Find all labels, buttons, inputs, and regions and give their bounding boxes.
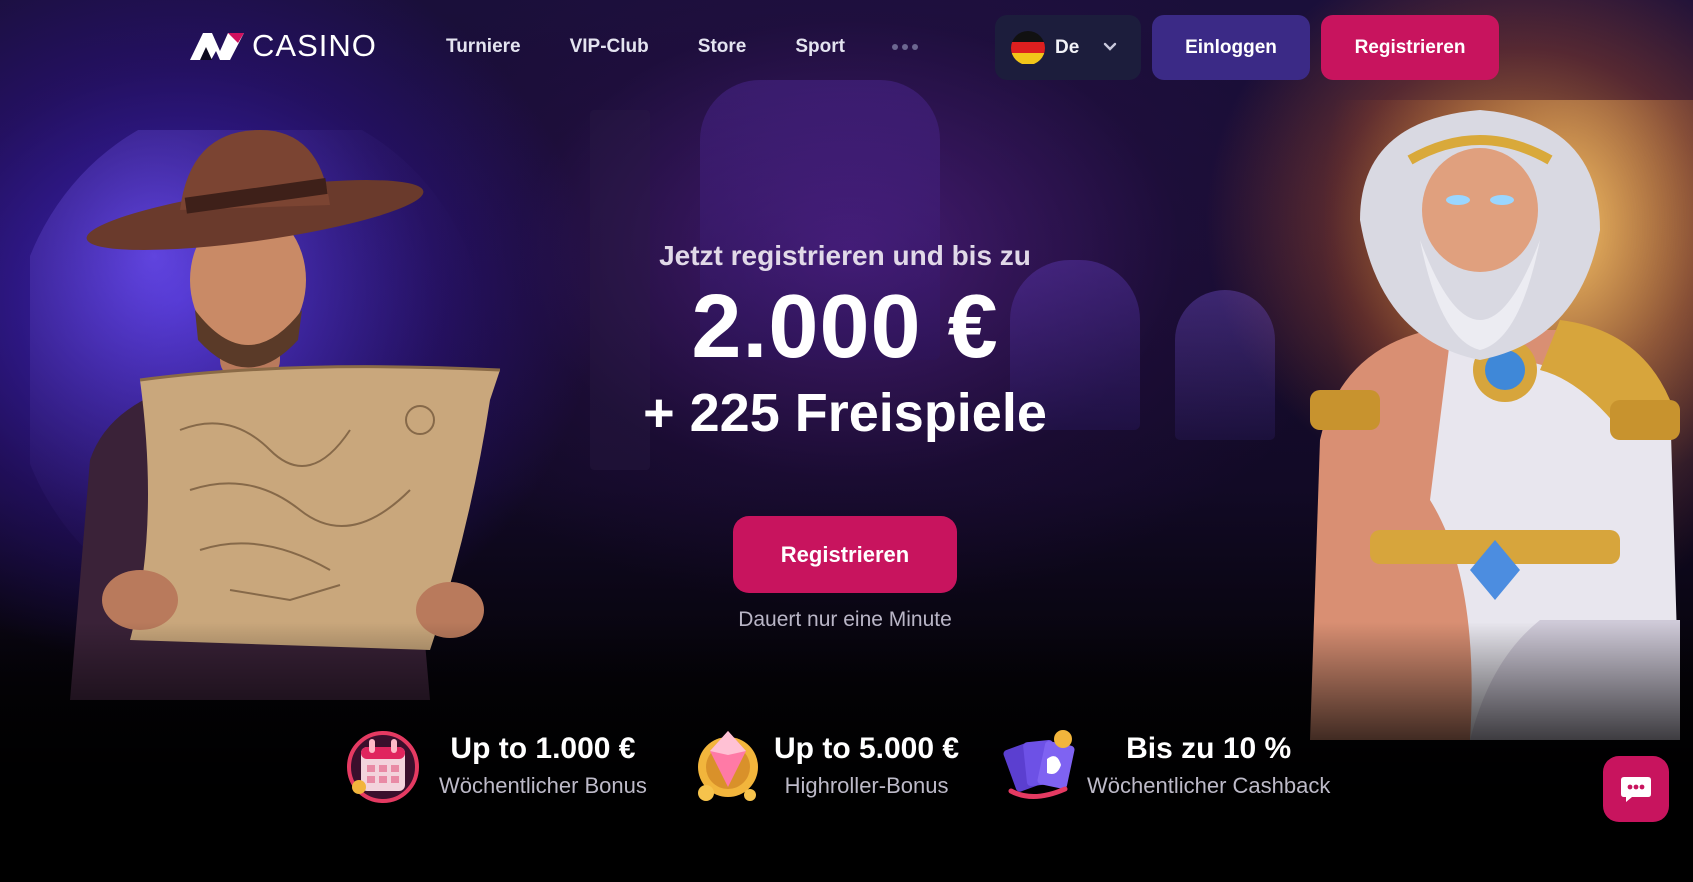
nav-item-turniere[interactable]: Turniere [446,36,521,58]
language-label: De [1055,36,1080,58]
top-header: CASINO Turniere VIP-Club Store Sport De … [0,0,1693,96]
benefit-subtitle: Highroller-Bonus [784,773,949,798]
background-slot-machine [1175,290,1275,440]
promo-amount: 2.000 € [691,277,999,377]
benefit-subtitle: Wöchentlicher Cashback [1087,773,1331,798]
register-button-main[interactable]: Registrieren [733,516,957,593]
calendar-icon [347,731,419,803]
promo-note: Dauert nur eine Minute [738,608,952,631]
germany-flag-icon [1011,30,1045,65]
brand-mark-icon [190,31,246,61]
benefit-weekly-bonus: Up to 1.000 € Wöchentlicher Bonus [345,725,647,805]
promo-block: Jetzt registrieren und bis zu 2.000 € + … [545,240,1145,440]
gem-coin-icon [698,731,758,801]
language-selector[interactable]: De [995,15,1141,80]
benefit-weekly-cashback: Bis zu 10 % Wöchentlicher Cashback [1003,725,1330,805]
benefit-title: Up to 5.000 € [774,732,960,765]
nav-item-vip-club[interactable]: VIP-Club [570,36,649,58]
logo-text: CASINO [252,28,377,63]
register-button-header[interactable]: Registrieren [1321,15,1499,80]
promo-lead-text: Jetzt registrieren und bis zu [659,240,1031,271]
chat-icon [1621,777,1651,802]
cards-icon [1003,730,1075,799]
benefit-title: Up to 1.000 € [450,732,636,765]
nav-item-store[interactable]: Store [698,36,747,58]
chat-button[interactable] [1603,756,1669,822]
login-button[interactable]: Einloggen [1152,15,1310,80]
casino-logo[interactable]: CASINO [190,28,377,64]
explorer-character-illustration [30,130,501,700]
chevron-down-icon [1103,39,1117,57]
ellipsis-icon[interactable] [891,44,918,50]
promo-free-spins: + 225 Freispiele [643,383,1047,443]
main-nav: Turniere VIP-Club Store Sport [446,36,918,58]
benefit-subtitle: Wöchentlicher Bonus [439,773,647,798]
benefit-highroller-bonus: Up to 5.000 € Highroller-Bonus [690,725,959,805]
benefit-title: Bis zu 10 % [1126,732,1292,765]
nav-item-sport[interactable]: Sport [795,36,845,58]
